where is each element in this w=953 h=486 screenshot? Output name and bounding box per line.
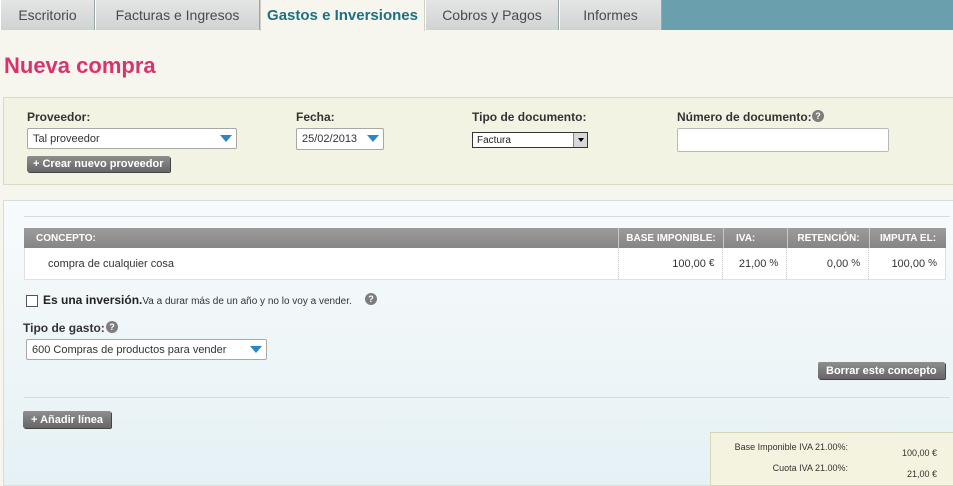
fecha-value: 25/02/2013 <box>302 133 358 145</box>
tab-escritorio[interactable]: Escritorio <box>0 0 95 30</box>
inversion-description: Va a durar más de un año y no lo voy a v… <box>142 296 352 307</box>
tab-label: Informes <box>583 7 638 23</box>
retencion-unit: % <box>851 258 861 269</box>
help-icon[interactable]: ? <box>106 321 118 333</box>
page-title: Nueva compra <box>4 53 156 78</box>
chevron-down-icon <box>573 133 587 147</box>
crear-proveedor-button[interactable]: + Crear nuevo proveedor <box>27 156 170 172</box>
anadir-linea-button[interactable]: + Añadir línea <box>23 411 112 428</box>
chevron-down-icon <box>246 340 266 359</box>
iva-input[interactable]: 21,00% <box>723 248 788 279</box>
help-icon[interactable]: ? <box>365 293 377 305</box>
divider <box>24 397 950 398</box>
base-imponible-input[interactable]: 100,00 € <box>619 248 724 279</box>
table-row: compra de cualquier cosa 100,00 € 21,00% … <box>24 248 946 280</box>
header-concepto: CONCEPTO: <box>24 228 619 248</box>
base-unit: € <box>708 258 715 269</box>
tab-label: Escritorio <box>18 7 77 23</box>
proveedor-value: Tal proveedor <box>33 132 100 145</box>
tipo-documento-label: Tipo de documento: <box>472 110 587 124</box>
imputa-input[interactable]: 100,00% <box>869 248 945 279</box>
retencion-value: 0,00 <box>826 257 849 270</box>
header-iva: IVA: <box>724 228 788 248</box>
inversion-label: Es una inversión.Va a durar más de un añ… <box>43 293 352 307</box>
total-base-label: Base Imponible IVA 21.00%: <box>734 442 848 452</box>
concepto-input[interactable]: compra de cualquier cosa <box>25 248 619 279</box>
fecha-picker[interactable]: 25/02/2013 <box>296 128 384 150</box>
tab-facturas-ingresos[interactable]: Facturas e Ingresos <box>95 0 260 30</box>
inversion-checkbox[interactable] <box>26 295 38 307</box>
retencion-input[interactable]: 0,00% <box>787 248 870 279</box>
tipo-documento-select[interactable]: Factura <box>472 132 588 148</box>
header-imputa: IMPUTA EL: <box>879 232 937 244</box>
tipo-gasto-value: 600 Compras de productos para vender <box>32 343 227 356</box>
tipo-documento-value: Factura <box>477 134 511 146</box>
fecha-label: Fecha: <box>296 110 335 124</box>
total-cuota-label: Cuota IVA 21.00%: <box>772 463 848 473</box>
iva-unit: % <box>769 258 779 269</box>
divider <box>24 216 950 217</box>
tab-gastos-inversiones[interactable]: Gastos e Inversiones <box>260 0 425 31</box>
total-base-value: 100,00 € <box>901 448 937 458</box>
concept-table-header: CONCEPTO: BASE IMPONIBLE: IVA: RETENCIÓN… <box>24 228 946 248</box>
imputa-unit: % <box>928 258 937 269</box>
main-tab-bar: Escritorio Facturas e Ingresos Gastos e … <box>0 0 953 31</box>
tipo-gasto-label: Tipo de gasto: <box>23 321 105 335</box>
tab-label: Facturas e Ingresos <box>115 7 240 23</box>
proveedor-label: Proveedor: <box>27 110 91 124</box>
tab-label: Cobros y Pagos <box>442 7 542 23</box>
base-value: 100,00 <box>672 257 706 270</box>
borrar-concepto-button[interactable]: Borrar este concepto <box>818 362 945 379</box>
tab-cobros-pagos[interactable]: Cobros y Pagos <box>425 0 559 30</box>
tab-informes[interactable]: Informes <box>559 0 662 30</box>
tipo-gasto-select[interactable]: 600 Compras de productos para vender <box>26 339 267 360</box>
inversion-title: Es una inversión. <box>43 293 143 307</box>
chevron-down-icon <box>363 129 383 148</box>
numero-documento-label: Número de documento: <box>677 110 812 124</box>
header-base-imponible: BASE IMPONIBLE: <box>619 228 724 248</box>
help-icon[interactable]: ? <box>812 110 824 122</box>
proveedor-select[interactable]: Tal proveedor <box>27 128 237 149</box>
chevron-down-icon <box>216 129 236 148</box>
concepto-value: compra de cualquier cosa <box>48 257 174 270</box>
header-retencion: RETENCIÓN: <box>788 228 870 248</box>
total-cuota-value: 21,00 € <box>906 469 937 479</box>
numero-documento-input[interactable] <box>677 128 889 152</box>
iva-value: 21,00 <box>738 257 767 270</box>
tab-label: Gastos e Inversiones <box>267 7 418 24</box>
imputa-value: 100,00 <box>891 257 926 270</box>
